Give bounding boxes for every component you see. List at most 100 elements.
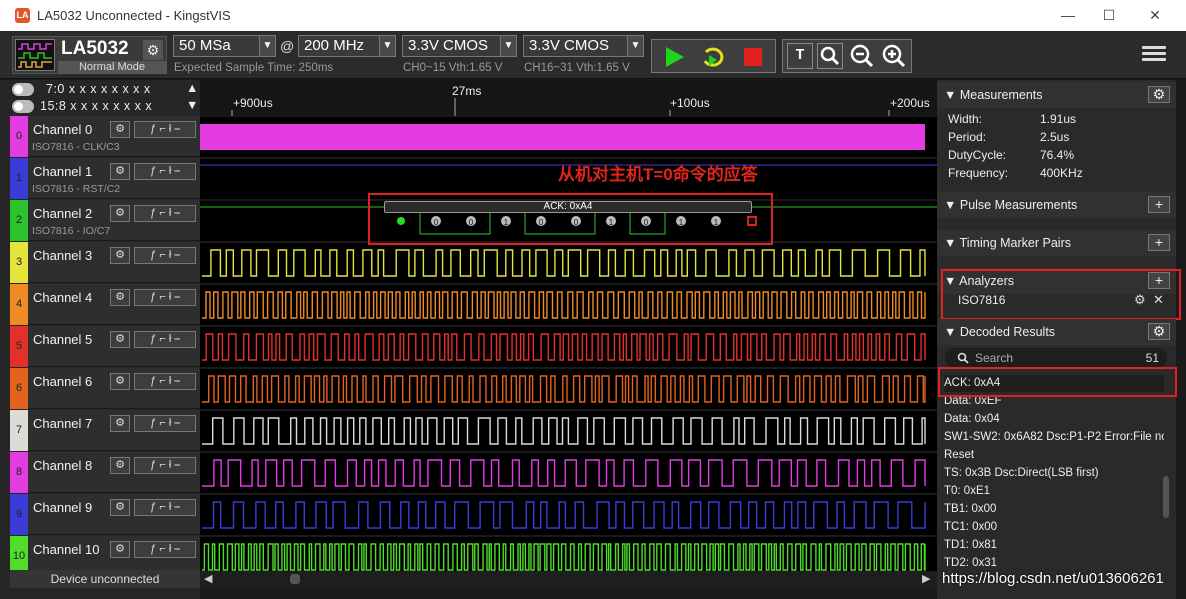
channel-gear-icon[interactable]: ⚙ (110, 541, 130, 558)
channel-row[interactable]: 0 Channel 0 ISO7816 - CLK/C3 ⚙ ƒ ⌐ ł ⎯ (10, 116, 200, 157)
result-item[interactable]: Data: 0x04 (944, 411, 1164, 428)
trigger-edge-icon[interactable]: ƒ ⌐ ł ⎯ (134, 499, 196, 516)
channel-row[interactable]: 6 Channel 6 ⚙ ƒ ⌐ ł ⎯ (10, 368, 200, 409)
zoom-in-icon[interactable] (881, 43, 907, 69)
result-item[interactable]: TB1: 0x00 (944, 501, 1164, 518)
channel-name[interactable]: Channel 1 (33, 164, 92, 179)
sample-rate-select[interactable]: 50 MSa ▼ (173, 35, 276, 57)
scroll-left-icon[interactable]: ◀ (204, 572, 212, 585)
trigger-edge-icon[interactable]: ƒ ⌐ ł ⎯ (134, 289, 196, 306)
minimize-button[interactable]: — (1048, 4, 1088, 26)
add-pulse-icon[interactable]: + (1148, 196, 1170, 213)
menu-icon[interactable] (1142, 43, 1166, 67)
trigger-edge-icon[interactable]: ƒ ⌐ ł ⎯ (134, 121, 196, 138)
channel-gear-icon[interactable]: ⚙ (110, 499, 130, 516)
channel-name[interactable]: Channel 8 (33, 458, 92, 473)
waveform-area[interactable]: 0 0 1 0 0 1 0 1 1 (200, 80, 937, 579)
decode-bubble[interactable]: ACK: 0xA4 (384, 201, 752, 213)
toggle-switch[interactable] (12, 100, 34, 113)
channel-name[interactable]: Channel 3 (33, 248, 92, 263)
add-marker-icon[interactable]: + (1148, 234, 1170, 251)
result-item[interactable]: ACK: 0xA4 (944, 375, 1164, 392)
decoded-results-header[interactable]: ▼ Decoded Results ⚙ (937, 319, 1176, 345)
maximize-button[interactable]: ☐ (1089, 4, 1129, 26)
trigger-edge-icon[interactable]: ƒ ⌐ ł ⎯ (134, 205, 196, 222)
zoom-fit-icon[interactable] (817, 43, 843, 69)
search-input[interactable]: Search 51 (945, 348, 1167, 368)
channel-number: 3 (10, 242, 28, 283)
measurements-gear-icon[interactable]: ⚙ (1148, 86, 1170, 103)
channel-name[interactable]: Channel 2 (33, 206, 92, 221)
channel-name[interactable]: Channel 5 (33, 332, 92, 347)
channel-gear-icon[interactable]: ⚙ (110, 163, 130, 180)
result-item[interactable]: SW1-SW2: 0x6A82 Dsc:P1-P2 Error:File not… (944, 429, 1164, 446)
analyzer-gear-icon[interactable]: ⚙ (1134, 292, 1146, 308)
trigger-edge-icon[interactable]: ƒ ⌐ ł ⎯ (134, 163, 196, 180)
pulse-measurements-header[interactable]: ▼ Pulse Measurements + (937, 192, 1176, 218)
trigger-edge-icon[interactable]: ƒ ⌐ ł ⎯ (134, 331, 196, 348)
zoom-out-icon[interactable] (849, 43, 875, 69)
channel-gear-icon[interactable]: ⚙ (110, 247, 130, 264)
text-tool-icon[interactable]: T (787, 43, 813, 69)
trigger-edge-icon[interactable]: ƒ ⌐ ł ⎯ (134, 373, 196, 390)
channel-row[interactable]: 9 Channel 9 ⚙ ƒ ⌐ ł ⎯ (10, 494, 200, 535)
scroll-right-icon[interactable]: ▶ (922, 572, 930, 585)
device-panel[interactable]: LA5032 ⚙ Normal Mode (12, 36, 167, 74)
channel-row[interactable]: 8 Channel 8 ⚙ ƒ ⌐ ł ⎯ (10, 452, 200, 493)
horizontal-scrollbar[interactable]: ◀ ▶ (200, 571, 937, 587)
channel-row[interactable]: 4 Channel 4 ⚙ ƒ ⌐ ł ⎯ (10, 284, 200, 325)
close-button[interactable]: ✕ (1135, 4, 1175, 26)
channel-gear-icon[interactable]: ⚙ (110, 121, 130, 138)
channel-row[interactable]: 2 Channel 2 ISO7816 - IO/C7 ⚙ ƒ ⌐ ł ⎯ (10, 200, 200, 241)
channel-row[interactable]: 7 Channel 7 ⚙ ƒ ⌐ ł ⎯ (10, 410, 200, 451)
device-settings-gear-icon[interactable]: ⚙ (143, 40, 163, 60)
add-analyzer-icon[interactable]: + (1148, 272, 1170, 289)
time-ruler[interactable]: +900us 27ms +100us +200us (200, 80, 937, 116)
channel-name[interactable]: Channel 7 (33, 416, 92, 431)
channel-name[interactable]: Channel 9 (33, 500, 92, 515)
trigger-edge-icon[interactable]: ƒ ⌐ ł ⎯ (134, 541, 196, 558)
trigger-edge-icon[interactable]: ƒ ⌐ ł ⎯ (134, 457, 196, 474)
channel-gear-icon[interactable]: ⚙ (110, 457, 130, 474)
channel-row[interactable]: 3 Channel 3 ⚙ ƒ ⌐ ł ⎯ (10, 242, 200, 283)
channel-name[interactable]: Channel 6 (33, 374, 92, 389)
channel-gear-icon[interactable]: ⚙ (110, 289, 130, 306)
channel-gear-icon[interactable]: ⚙ (110, 205, 130, 222)
decoded-gear-icon[interactable]: ⚙ (1148, 323, 1170, 340)
trigger-edge-icon[interactable]: ƒ ⌐ ł ⎯ (134, 247, 196, 264)
timing-marker-header[interactable]: ▼ Timing Marker Pairs + (937, 230, 1176, 256)
results-scrollbar[interactable] (1163, 476, 1169, 518)
bit-value: 1 (609, 218, 614, 227)
result-item[interactable]: Reset (944, 447, 1164, 464)
stop-icon[interactable] (744, 48, 762, 66)
channel-name[interactable]: Channel 10 (33, 542, 100, 557)
channel-row[interactable]: 1 Channel 1 ISO7816 - RST/C2 ⚙ ƒ ⌐ ł ⎯ (10, 158, 200, 199)
channel-gear-icon[interactable]: ⚙ (110, 331, 130, 348)
channel-group-switch-high[interactable]: 15:8 x x x x x x x x ▼ (10, 98, 200, 115)
analyzers-header[interactable]: ▼ Analyzers + (937, 268, 1176, 294)
scroll-down-icon[interactable]: ▼ (186, 98, 198, 112)
result-item[interactable]: TC1: 0x00 (944, 519, 1164, 536)
channel-name[interactable]: Channel 0 (33, 122, 92, 137)
loop-icon[interactable] (700, 44, 728, 70)
play-icon[interactable] (662, 45, 686, 69)
threshold-select-2[interactable]: 3.3V CMOS ▼ (523, 35, 644, 57)
scroll-thumb[interactable] (290, 574, 300, 584)
channel-name[interactable]: Channel 4 (33, 290, 92, 305)
result-item[interactable]: T0: 0xE1 (944, 483, 1164, 500)
trigger-edge-icon[interactable]: ƒ ⌐ ł ⎯ (134, 415, 196, 432)
analyzer-name[interactable]: ISO7816 (958, 293, 1005, 307)
result-item[interactable]: Data: 0xEF (944, 393, 1164, 410)
result-item[interactable]: TS: 0x3B Dsc:Direct(LSB first) (944, 465, 1164, 482)
sample-freq-select[interactable]: 200 MHz ▼ (298, 35, 396, 57)
toggle-switch[interactable] (12, 83, 34, 96)
channel-row[interactable]: 5 Channel 5 ⚙ ƒ ⌐ ł ⎯ (10, 326, 200, 367)
channel-gear-icon[interactable]: ⚙ (110, 373, 130, 390)
measurements-header[interactable]: ▼ Measurements ⚙ (937, 82, 1176, 108)
channel-group-switch-low[interactable]: 7:0 x x x x x x x x ▲ (10, 81, 200, 98)
scroll-up-icon[interactable]: ▲ (186, 81, 198, 95)
remove-analyzer-icon[interactable]: ✕ (1153, 292, 1164, 308)
result-item[interactable]: TD1: 0x81 (944, 537, 1164, 554)
channel-gear-icon[interactable]: ⚙ (110, 415, 130, 432)
threshold-select-1[interactable]: 3.3V CMOS ▼ (402, 35, 517, 57)
